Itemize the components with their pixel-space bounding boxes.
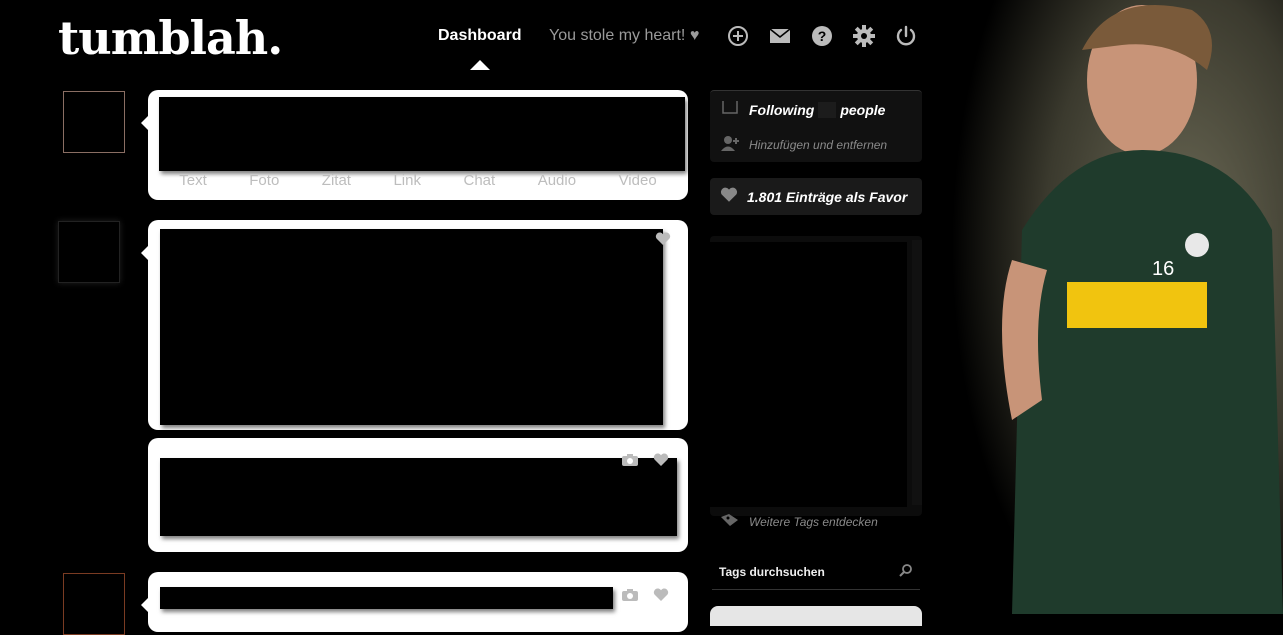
avatar[interactable]: [58, 221, 120, 283]
nav-blog[interactable]: You stole my heart! ♥: [549, 27, 699, 45]
active-nav-indicator: [470, 60, 490, 70]
tag-icon: [720, 513, 740, 530]
composer-tab-link[interactable]: Link: [393, 172, 421, 194]
composer-tab-quote[interactable]: Zitat: [322, 172, 351, 194]
search-icon[interactable]: [896, 563, 914, 584]
redacted-block: [160, 587, 613, 609]
following-suffix: people: [840, 101, 886, 118]
following-row[interactable]: Following people: [720, 99, 885, 120]
post-composer: Text Foto Zitat Link Chat Audio Video: [141, 90, 688, 200]
gear-icon[interactable]: [853, 25, 875, 47]
likes-label: 1.801 Einträge als Favor: [747, 188, 908, 205]
redacted-count: [818, 101, 837, 118]
likes-row[interactable]: 1.801 Einträge als Favor: [720, 187, 912, 206]
heart-icon[interactable]: [653, 453, 669, 472]
add-remove-label: Hinzufügen und entfernen: [749, 137, 888, 152]
composer-tab-video[interactable]: Video: [619, 172, 657, 194]
tags-scrollbar[interactable]: [912, 240, 922, 505]
avatar[interactable]: [63, 573, 125, 635]
post-card: [148, 438, 688, 552]
following-icon: [720, 99, 740, 120]
camera-icon[interactable]: [621, 453, 639, 472]
player-photo-illustration: 16: [952, 0, 1283, 614]
next-panel: [710, 606, 922, 626]
nav-dashboard[interactable]: Dashboard: [438, 27, 522, 45]
redacted-block: [160, 458, 677, 536]
camera-icon[interactable]: [621, 588, 639, 607]
add-remove-link[interactable]: Hinzufügen und entfernen: [720, 135, 887, 154]
composer-tab-chat[interactable]: Chat: [464, 172, 496, 194]
tags-search-field[interactable]: Tags durchsuchen: [712, 561, 920, 590]
avatar[interactable]: [63, 91, 125, 153]
speech-nub: [141, 116, 148, 130]
composer-tabs: Text Foto Zitat Link Chat Audio Video: [158, 172, 678, 194]
redacted-block: [160, 229, 663, 425]
redacted-block: [697, 242, 907, 507]
plus-circle-icon[interactable]: [727, 25, 749, 47]
power-icon[interactable]: [895, 25, 917, 47]
post-card: [141, 572, 688, 632]
speech-nub: [141, 598, 148, 612]
help-icon[interactable]: ?: [811, 25, 833, 47]
following-prefix: Following: [749, 101, 815, 118]
speech-nub: [141, 246, 148, 260]
composer-tab-photo[interactable]: Foto: [249, 172, 279, 194]
background-photo: 16: [952, 0, 1283, 614]
composer-tab-audio[interactable]: Audio: [538, 172, 576, 194]
post-card: [141, 220, 688, 430]
add-user-icon: [720, 135, 740, 154]
mail-icon[interactable]: [769, 25, 791, 47]
more-tags-label: Weitere Tags entdecken: [749, 514, 878, 529]
heart-icon[interactable]: [653, 588, 669, 607]
tags-search-label: Tags durchsuchen: [719, 565, 825, 579]
redacted-block: [159, 97, 685, 171]
heart-icon[interactable]: [655, 232, 671, 251]
more-tags-link[interactable]: Weitere Tags entdecken: [720, 513, 878, 530]
svg-text:16: 16: [1152, 258, 1174, 280]
heart-icon: [720, 187, 738, 206]
composer-tab-text[interactable]: Text: [179, 172, 207, 194]
logo[interactable]: tumblah.: [58, 10, 283, 66]
svg-text:?: ?: [818, 28, 827, 44]
